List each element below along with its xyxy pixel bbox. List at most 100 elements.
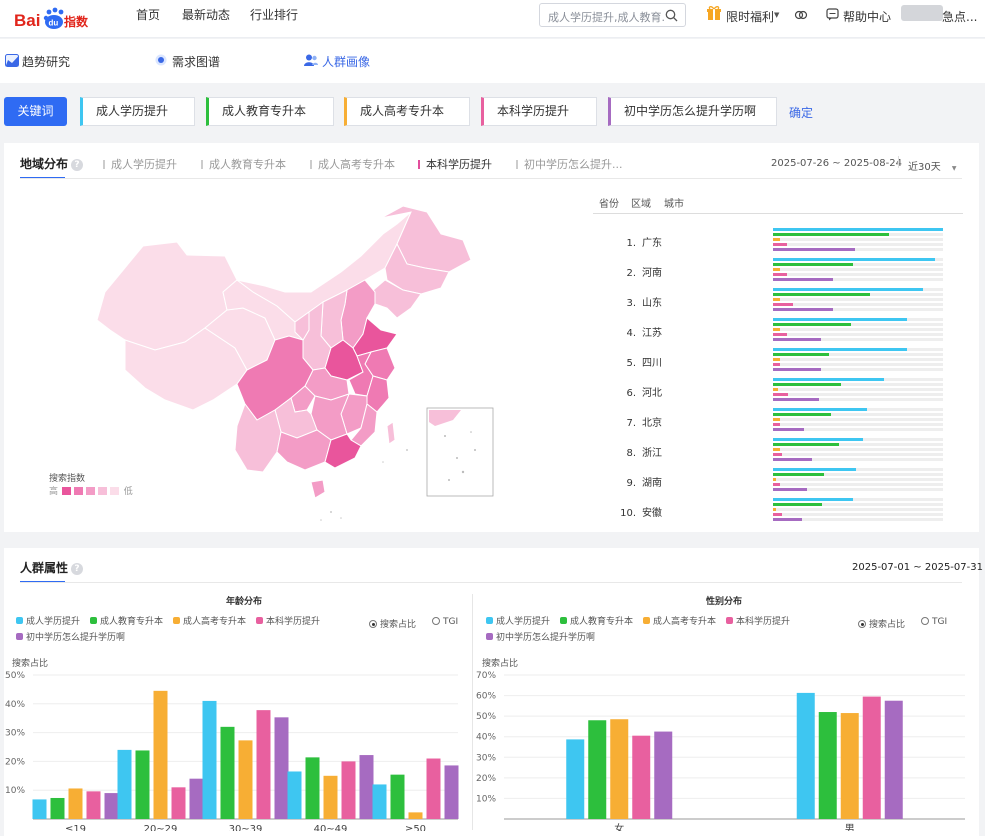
scope-tab-province[interactable]: 省份 [599, 195, 619, 210]
bar-1-3[interactable] [202, 700, 217, 819]
ranking-row[interactable]: 4. 江苏 [620, 324, 662, 339]
subnav-trend[interactable]: 趋势研究 [22, 53, 70, 70]
period-select[interactable]: 近30天 ▼ [908, 158, 957, 173]
bar-1-2[interactable] [796, 692, 815, 819]
bar-2-2[interactable] [818, 712, 837, 819]
keyword-label-button[interactable]: 关键词 [4, 97, 67, 126]
bar-3-1[interactable] [610, 719, 629, 819]
bar-2-5[interactable] [390, 774, 405, 819]
ranking-row[interactable]: 5. 四川 [620, 354, 662, 369]
bar-4-4[interactable] [341, 761, 356, 819]
legend-item[interactable]: 成人高考专升本 [173, 614, 246, 627]
question-icon[interactable]: ? [71, 159, 84, 171]
bar-5-1[interactable] [654, 731, 673, 819]
bar-1-4[interactable] [287, 771, 302, 819]
bar-2-2[interactable] [135, 750, 150, 819]
radio-search-share[interactable]: 搜索占比 [369, 617, 416, 630]
ranking-row[interactable]: 8. 浙江 [620, 444, 662, 459]
ranking-row[interactable]: 7. 北京 [620, 414, 662, 429]
bar-2-4[interactable] [305, 757, 320, 819]
ranking-bars [773, 408, 943, 433]
radio-tgi[interactable]: TGI [432, 617, 458, 627]
subnav-demand-graph[interactable]: 需求图谱 [172, 53, 220, 70]
region-tab-5[interactable]: 初中学历怎么提升... [516, 156, 623, 172]
bar-4-2[interactable] [171, 787, 186, 819]
bar-1-1[interactable] [32, 799, 47, 819]
nav-news[interactable]: 最新动态 [182, 6, 230, 23]
region-tab-1[interactable]: 成人学历提升 [103, 156, 177, 172]
bar-3-3[interactable] [238, 740, 253, 819]
bar-5-4[interactable] [359, 755, 374, 819]
legend-item[interactable]: 成人教育专升本 [90, 614, 163, 627]
bar-4-5[interactable] [426, 758, 441, 819]
keyword-chip-4[interactable]: 本科学历提升 [481, 97, 597, 126]
bar-3-2[interactable] [153, 690, 168, 819]
region-tab-4[interactable]: 本科学历提升 [418, 156, 492, 172]
bar-4-3[interactable] [256, 710, 271, 819]
bar-track [773, 513, 943, 516]
bar-5-1[interactable] [104, 793, 119, 819]
scope-tab-city[interactable]: 城市 [664, 195, 684, 210]
nav-ranking[interactable]: 行业排行 [250, 6, 298, 23]
bar-1-5[interactable] [372, 784, 387, 819]
user-name[interactable]: 急点... [942, 8, 977, 25]
keyword-chip-5[interactable]: 初中学历怎么提升学历啊 [608, 97, 777, 126]
legend-item[interactable]: 初中学历怎么提升学历啊 [16, 630, 125, 643]
bar-5 [773, 308, 833, 311]
search-icon[interactable] [665, 9, 678, 22]
bar-5-5[interactable] [444, 765, 459, 819]
y-tick-label: 40% [5, 700, 25, 710]
ranking-row[interactable]: 9. 湖南 [620, 474, 662, 489]
radio-tgi[interactable]: TGI [921, 617, 947, 627]
region-tab-3[interactable]: 成人高考专升本 [310, 156, 395, 172]
legend-item[interactable]: 成人学历提升 [16, 614, 80, 627]
baidu-index-logo[interactable]: Bai du 指数 [14, 6, 89, 32]
bar-4-1[interactable] [632, 735, 651, 819]
keyword-chip-1[interactable]: 成人学历提升 [80, 97, 195, 126]
legend-item[interactable]: 成人高考专升本 [643, 614, 716, 627]
ranking-row[interactable]: 6. 河北 [620, 384, 662, 399]
limited-offer-link[interactable]: 限时福利 [726, 8, 774, 25]
bar-2 [773, 503, 823, 506]
legend-swatch [90, 617, 97, 624]
ranking-row[interactable]: 1. 广东 [620, 234, 662, 249]
nav-home[interactable]: 首页 [136, 6, 160, 23]
bar-2-1[interactable] [588, 720, 607, 819]
bar-1-1[interactable] [566, 739, 585, 819]
svg-text:指数: 指数 [64, 14, 89, 29]
bar-3-1[interactable] [68, 788, 83, 819]
avatar[interactable] [901, 5, 943, 21]
bar-4-2[interactable] [862, 696, 881, 819]
bar-3-2[interactable] [840, 713, 859, 819]
ranking-row[interactable]: 2. 河南 [620, 264, 662, 279]
subnav-crowd-portrait[interactable]: 人群画像 [322, 53, 370, 70]
bar-2-1[interactable] [50, 797, 65, 819]
question-icon[interactable]: ? [71, 563, 84, 575]
bar-5-2[interactable] [189, 778, 204, 819]
region-tab-2[interactable]: 成人教育专升本 [201, 156, 286, 172]
radio-search-share[interactable]: 搜索占比 [858, 617, 905, 630]
legend-item[interactable]: 初中学历怎么提升学历啊 [486, 630, 595, 643]
legend-item[interactable]: 成人学历提升 [486, 614, 550, 627]
scope-tab-region[interactable]: 区域 [631, 195, 651, 210]
bar-2-3[interactable] [220, 726, 235, 819]
confirm-button[interactable]: 确定 [789, 104, 813, 121]
help-center-link[interactable]: 帮助中心 [843, 8, 891, 25]
keyword-chip-2[interactable]: 成人教育专升本 [206, 97, 334, 126]
bar-3-5[interactable] [408, 812, 423, 819]
bar-1-2[interactable] [117, 749, 132, 819]
china-map[interactable] [85, 200, 505, 530]
search-input[interactable]: 成人学历提升,成人教育... [539, 3, 686, 27]
bar-5-3[interactable] [274, 717, 289, 819]
legend-item[interactable]: 本科学历提升 [256, 614, 320, 627]
bar-4-1[interactable] [86, 791, 101, 819]
bar-5-2[interactable] [884, 700, 903, 819]
bar-3-4[interactable] [323, 775, 338, 819]
ranking-row[interactable]: 10. 安徽 [620, 504, 662, 519]
legend-item[interactable]: 成人教育专升本 [560, 614, 633, 627]
x-tick-label: 20~29 [144, 824, 178, 831]
legend-item[interactable]: 本科学历提升 [726, 614, 790, 627]
keyword-chip-3[interactable]: 成人高考专升本 [344, 97, 470, 126]
ranking-row[interactable]: 3. 山东 [620, 294, 662, 309]
share-icon[interactable] [794, 8, 808, 22]
